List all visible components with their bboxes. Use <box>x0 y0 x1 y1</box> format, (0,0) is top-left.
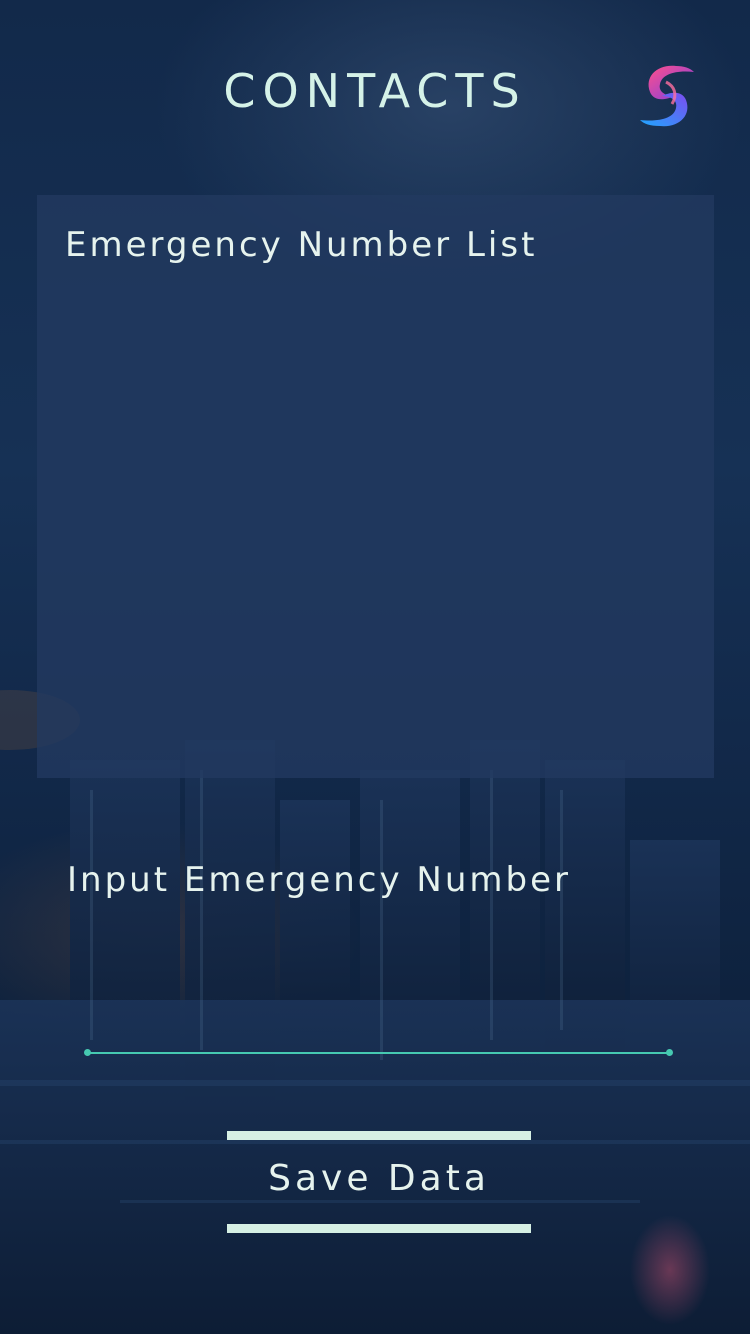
save-button-top-bar <box>227 1131 531 1140</box>
input-underline <box>88 1052 670 1054</box>
save-button-label: Save Data <box>268 1158 490 1199</box>
input-emergency-number-label: Input Emergency Number <box>67 860 571 900</box>
save-button-bottom-bar <box>227 1224 531 1233</box>
emergency-number-list-panel: Emergency Number List <box>37 195 714 778</box>
input-underline-left-dot <box>84 1049 91 1056</box>
swirl-logo-icon <box>640 65 694 127</box>
emergency-number-list-title: Emergency Number List <box>65 225 538 265</box>
input-underline-right-dot <box>666 1049 673 1056</box>
emergency-number-input[interactable] <box>86 990 672 1052</box>
save-data-button[interactable]: Save Data <box>227 1131 531 1233</box>
